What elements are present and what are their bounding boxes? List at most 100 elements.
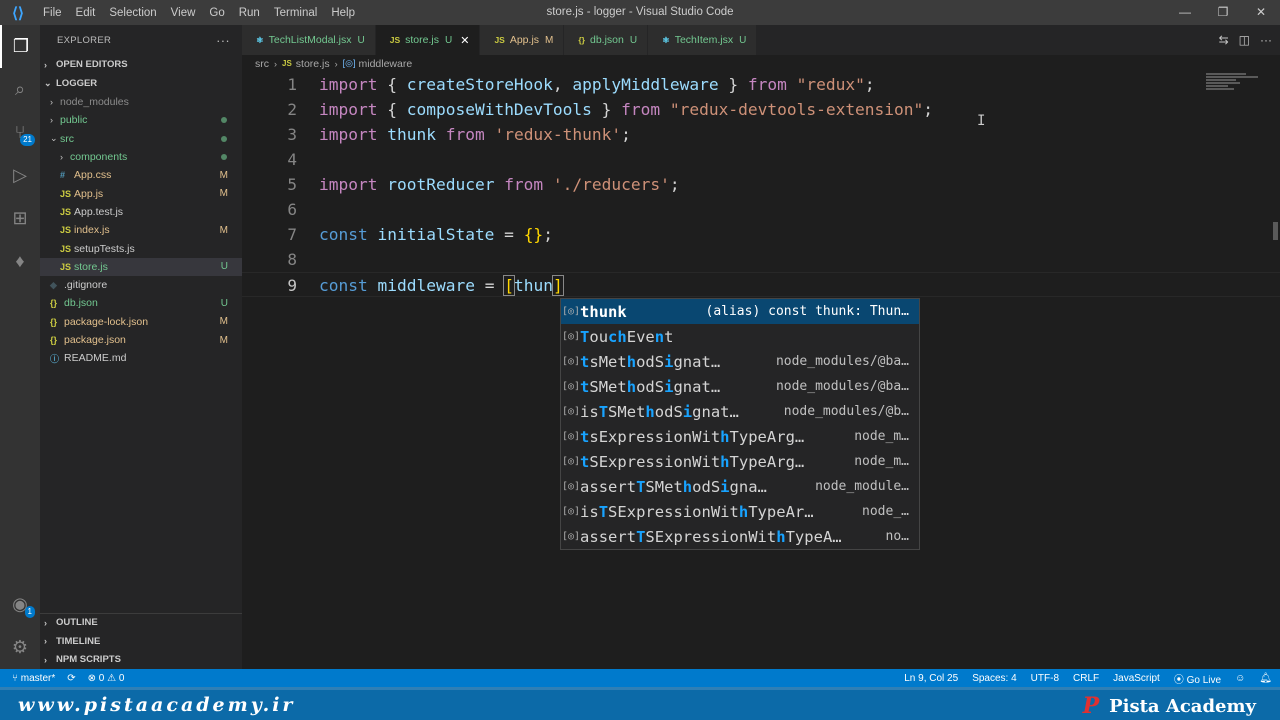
minimap[interactable] bbox=[1206, 72, 1266, 92]
line-ending[interactable]: CRLF bbox=[1073, 673, 1099, 684]
branch-indicator[interactable]: ⑂ master* bbox=[12, 673, 55, 684]
suggestion-item[interactable]: [◎] tSMethodSignat… node_modules/@ba… bbox=[561, 374, 919, 399]
folder-item[interactable]: ⌄ src bbox=[40, 130, 242, 148]
search-icon[interactable]: ⌕ bbox=[0, 68, 40, 111]
open-editors-section[interactable]: › OPEN EDITORS bbox=[40, 55, 242, 74]
suggestion-item[interactable]: [◎] isTSMethodSignat… node_modules/@b… bbox=[561, 399, 919, 424]
run-debug-icon[interactable]: ▷ bbox=[0, 154, 40, 197]
code-token: import bbox=[319, 100, 378, 119]
tab-techlistmodal-jsx[interactable]: ⚛ TechListModal.jsx U bbox=[242, 25, 376, 55]
tab-db-json[interactable]: {} db.json U bbox=[564, 25, 649, 55]
section-timeline[interactable]: › TIMELINE bbox=[40, 632, 242, 651]
go-live-button[interactable]: ⦿ Go Live bbox=[1174, 671, 1221, 686]
menu-item-file[interactable]: File bbox=[36, 7, 69, 19]
file-item[interactable]: ◆ .gitignore bbox=[40, 276, 242, 294]
suggestion-label: tSExpressionWithTypeArg… bbox=[580, 452, 805, 471]
explorer-icon[interactable]: ❐ bbox=[0, 25, 40, 68]
section-label: NPM SCRIPTS bbox=[56, 654, 121, 666]
menu-item-help[interactable]: Help bbox=[324, 7, 362, 19]
notifications-bell-icon[interactable]: 🔔︎ bbox=[1259, 673, 1272, 684]
breadcrumb-folder[interactable]: src bbox=[255, 58, 269, 70]
source-control-icon[interactable]: ⑂ 21 bbox=[0, 111, 40, 154]
suggestion-item[interactable]: [◎] tSExpressionWithTypeArg… node_m… bbox=[561, 449, 919, 474]
suggestion-item[interactable]: [◎] tsMethodSignat… node_modules/@ba… bbox=[561, 349, 919, 374]
code-token: ; bbox=[923, 100, 934, 119]
suggestion-item[interactable]: [◎] tsExpressionWithTypeArg… node_m… bbox=[561, 424, 919, 449]
menu-item-edit[interactable]: Edit bbox=[69, 7, 103, 19]
tab-techitem-jsx[interactable]: ⚛ TechItem.jsx U bbox=[648, 25, 758, 55]
minimize-button[interactable]: — bbox=[1166, 0, 1204, 25]
editor-tabs: ⚛ TechListModal.jsx U JS store.js U ✕ JS App.js M… bbox=[242, 25, 1280, 55]
mongodb-icon[interactable]: ♦ bbox=[0, 240, 40, 283]
code-token: = bbox=[474, 276, 505, 295]
file-item[interactable]: JS App.test.js bbox=[40, 203, 242, 221]
git-branch-icon: ⑂ bbox=[12, 672, 21, 684]
tab-store-js[interactable]: JS store.js U ✕ bbox=[375, 25, 481, 55]
file-item[interactable]: JS App.js M bbox=[40, 184, 242, 202]
split-editor-icon[interactable]: ◫ bbox=[1239, 33, 1250, 47]
problems-indicator[interactable]: ⊗ 0 ⚠ 0 bbox=[88, 673, 125, 684]
file-item[interactable]: # App.css M bbox=[40, 166, 242, 184]
variable-icon: [◎] bbox=[562, 431, 581, 442]
settings-gear-icon[interactable]: ⚙ bbox=[0, 626, 40, 669]
scrollbar-thumb[interactable] bbox=[1273, 222, 1278, 240]
code-line: 4 bbox=[242, 147, 1280, 172]
code-token: } bbox=[591, 100, 622, 119]
sync-icon[interactable]: ⟳ bbox=[67, 673, 75, 684]
folder-item[interactable]: › public bbox=[40, 111, 242, 129]
section-npm-scripts[interactable]: › NPM SCRIPTS bbox=[40, 651, 242, 670]
menu-item-go[interactable]: Go bbox=[202, 7, 231, 19]
title-bar: ⟨⟩ File Edit Selection View Go Run Terminal Hel… bbox=[0, 0, 1280, 25]
close-tab-icon[interactable]: ✕ bbox=[460, 34, 469, 47]
code-token: = bbox=[494, 225, 524, 244]
suggestion-label: assertTSMethodSigna… bbox=[580, 477, 767, 496]
tree-item-label: src bbox=[60, 132, 74, 145]
language-mode[interactable]: JavaScript bbox=[1113, 673, 1160, 684]
suggestion-item[interactable]: [◎] isTSExpressionWithTypeAr… node_… bbox=[561, 499, 919, 524]
more-editor-actions-icon[interactable]: ··· bbox=[1260, 33, 1272, 47]
code-token: 'redux-thunk' bbox=[494, 125, 622, 144]
file-item[interactable]: {} package-lock.json M bbox=[40, 313, 242, 331]
tab-label: TechListModal.jsx bbox=[268, 34, 352, 46]
suggestion-item[interactable]: [◎] thunk (alias) const thunk: Thun… bbox=[561, 299, 919, 324]
indentation[interactable]: Spaces: 4 bbox=[972, 673, 1016, 684]
breadcrumb-symbol[interactable]: middleware bbox=[359, 58, 413, 70]
code-token: composeWithDevTools bbox=[406, 100, 592, 119]
extensions-icon[interactable]: ⊞ bbox=[0, 197, 40, 240]
encoding[interactable]: UTF-8 bbox=[1031, 673, 1059, 684]
code-token: from bbox=[445, 125, 485, 144]
code-editor[interactable]: 1 import { createStoreHook, applyMiddlewa… bbox=[242, 72, 1280, 669]
brand-name: Pista Academy bbox=[1109, 695, 1256, 717]
menu-item-terminal[interactable]: Terminal bbox=[267, 7, 324, 19]
file-item[interactable]: {} package.json M bbox=[40, 331, 242, 349]
suggestion-item[interactable]: [◎] TouchEvent bbox=[561, 324, 919, 349]
code-token: initialState bbox=[377, 225, 495, 244]
menu-item-selection[interactable]: Selection bbox=[102, 7, 163, 19]
accounts-icon[interactable]: ◉ 1 bbox=[0, 583, 40, 626]
breadcrumb-file[interactable]: store.js bbox=[296, 58, 330, 70]
restore-button[interactable]: ❐ bbox=[1204, 0, 1242, 25]
file-item[interactable]: JS store.js U bbox=[40, 257, 242, 276]
more-actions-icon[interactable]: ··· bbox=[216, 33, 230, 48]
suggestion-item[interactable]: [◎] assertTSExpressionWithTypeA… no… bbox=[561, 524, 919, 549]
suggestion-item[interactable]: [◎] assertTSMethodSigna… node_module… bbox=[561, 474, 919, 499]
file-item[interactable]: JS setupTests.js bbox=[40, 239, 242, 257]
section-outline[interactable]: › OUTLINE bbox=[40, 614, 242, 633]
cursor-position[interactable]: Ln 9, Col 25 bbox=[904, 673, 958, 684]
close-window-button[interactable]: ✕ bbox=[1242, 0, 1280, 25]
tree-item-label: public bbox=[60, 114, 88, 127]
feedback-icon[interactable]: ☺ bbox=[1235, 673, 1245, 684]
git-status-dot-icon bbox=[221, 117, 227, 124]
tab-app-js[interactable]: JS App.js M bbox=[480, 25, 565, 55]
bottom-sections: › OUTLINE › TIMELINE › NPM SCRIPTS bbox=[40, 612, 242, 670]
project-root-section[interactable]: ⌄ LOGGER bbox=[40, 74, 242, 93]
compare-icon[interactable]: ⇆ bbox=[1219, 33, 1229, 47]
chevron-right-icon: › bbox=[50, 115, 53, 126]
menu-item-run[interactable]: Run bbox=[232, 7, 267, 19]
file-item[interactable]: JS index.js M bbox=[40, 221, 242, 239]
folder-item[interactable]: › node_modules bbox=[40, 93, 242, 111]
folder-item[interactable]: › components bbox=[40, 148, 242, 166]
file-item[interactable]: {} db.json U bbox=[40, 294, 242, 312]
menu-item-view[interactable]: View bbox=[164, 7, 203, 19]
file-item[interactable]: ⓘ README.md bbox=[40, 349, 242, 367]
